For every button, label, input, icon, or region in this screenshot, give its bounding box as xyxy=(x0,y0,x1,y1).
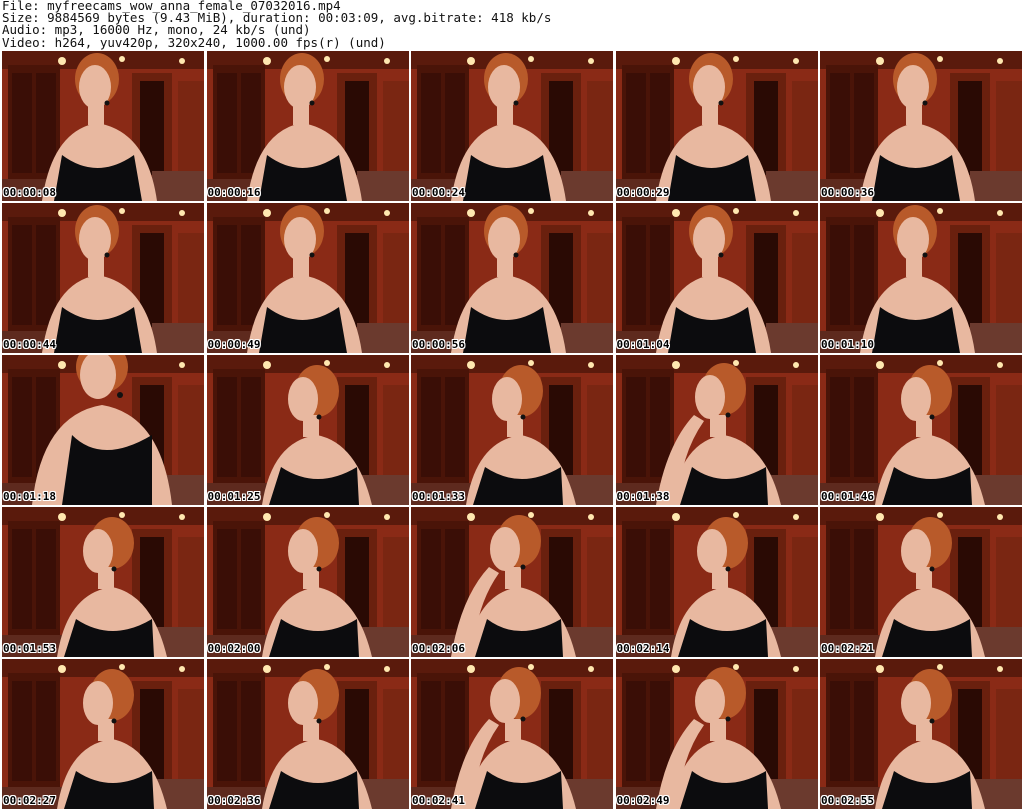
timestamp-label: 00:00:49 xyxy=(207,338,261,351)
timestamp-label: 00:01:38 xyxy=(616,490,670,503)
timestamp-label: 00:01:25 xyxy=(207,490,261,503)
thumbnail-frame: 00:02:55 xyxy=(820,659,1022,809)
video-frame-image xyxy=(411,203,613,353)
timestamp-label: 00:00:56 xyxy=(412,338,465,351)
timestamp-label: 00:01:10 xyxy=(821,338,874,351)
thumbnail-frame: 00:02:41 xyxy=(411,659,613,809)
thumbnail-frame: 00:02:27 xyxy=(2,659,204,809)
video-frame-image xyxy=(206,355,409,505)
video-frame-image xyxy=(2,51,204,201)
timestamp-label: 00:00:08 xyxy=(3,186,56,199)
timestamp-label: 00:02:14 xyxy=(616,642,670,655)
video-frame-image xyxy=(820,51,1022,201)
thumbnail-frame: 00:01:10 xyxy=(820,203,1022,353)
video-frame-image xyxy=(206,659,409,809)
video-frame-image xyxy=(820,659,1022,809)
video-info-line: Video: h264, yuv420p, 320x240, 1000.00 f… xyxy=(2,34,386,50)
video-frame-image xyxy=(820,203,1022,353)
timestamp-label: 00:02:36 xyxy=(207,794,261,807)
video-frame-image xyxy=(615,51,818,201)
timestamp-label: 00:01:33 xyxy=(412,490,465,503)
video-frame-image xyxy=(2,203,204,353)
timestamp-label: 00:00:16 xyxy=(207,186,261,199)
thumbnail-frame: 00:01:18 xyxy=(2,355,204,505)
thumbnail-frame: 00:00:29 xyxy=(615,51,818,201)
video-frame-image xyxy=(615,355,818,505)
video-frame-image xyxy=(206,507,409,657)
thumbnail-frame: 00:01:38 xyxy=(615,355,818,505)
timestamp-label: 00:02:55 xyxy=(821,794,874,807)
video-frame-image xyxy=(206,203,409,353)
timestamp-label: 00:02:49 xyxy=(616,794,670,807)
timestamp-label: 00:02:27 xyxy=(3,794,56,807)
thumbnail-frame: 00:00:56 xyxy=(411,203,613,353)
thumbnail-frame: 00:02:49 xyxy=(615,659,818,809)
thumbnail-frame: 00:00:44 xyxy=(2,203,204,353)
thumbnail-grid: 00:00:08 00:00:16 00:00:24 00:00:29 00:0… xyxy=(2,51,1022,811)
video-frame-image xyxy=(411,507,613,657)
thumbnail-frame: 00:01:53 xyxy=(2,507,204,657)
video-frame-image xyxy=(820,507,1022,657)
timestamp-label: 00:02:06 xyxy=(412,642,465,655)
timestamp-label: 00:01:04 xyxy=(616,338,670,351)
video-frame-image xyxy=(2,507,204,657)
thumbnail-frame: 00:01:46 xyxy=(820,355,1022,505)
timestamp-label: 00:01:46 xyxy=(821,490,874,503)
timestamp-label: 00:00:29 xyxy=(616,186,670,199)
timestamp-label: 00:00:44 xyxy=(3,338,56,351)
thumbnail-frame: 00:00:08 xyxy=(2,51,204,201)
timestamp-label: 00:02:41 xyxy=(412,794,465,807)
timestamp-label: 00:02:21 xyxy=(821,642,874,655)
thumbnail-frame: 00:00:24 xyxy=(411,51,613,201)
video-frame-image xyxy=(206,51,409,201)
thumbnail-frame: 00:02:21 xyxy=(820,507,1022,657)
thumbnail-frame: 00:01:33 xyxy=(411,355,613,505)
thumbnail-frame: 00:02:00 xyxy=(206,507,409,657)
video-frame-image xyxy=(615,507,818,657)
video-frame-image xyxy=(2,355,204,505)
video-frame-image xyxy=(820,355,1022,505)
video-frame-image xyxy=(411,51,613,201)
thumbnail-frame: 00:02:06 xyxy=(411,507,613,657)
timestamp-label: 00:02:00 xyxy=(207,642,261,655)
timestamp-label: 00:00:36 xyxy=(821,186,874,199)
timestamp-label: 00:01:18 xyxy=(3,490,56,503)
thumbnail-frame: 00:00:49 xyxy=(206,203,409,353)
timestamp-label: 00:00:24 xyxy=(412,186,465,199)
video-frame-image xyxy=(615,203,818,353)
video-frame-image xyxy=(411,355,613,505)
file-info-header: File: myfreecams_wow_anna_female_0703201… xyxy=(2,0,1002,49)
video-frame-image xyxy=(615,659,818,809)
thumbnail-frame: 00:00:36 xyxy=(820,51,1022,201)
thumbnail-frame: 00:01:04 xyxy=(615,203,818,353)
video-frame-image xyxy=(2,659,204,809)
thumbnail-frame: 00:01:25 xyxy=(206,355,409,505)
thumbnail-frame: 00:02:14 xyxy=(615,507,818,657)
thumbnail-frame: 00:00:16 xyxy=(206,51,409,201)
video-frame-image xyxy=(411,659,613,809)
timestamp-label: 00:01:53 xyxy=(3,642,56,655)
thumbnail-frame: 00:02:36 xyxy=(206,659,409,809)
